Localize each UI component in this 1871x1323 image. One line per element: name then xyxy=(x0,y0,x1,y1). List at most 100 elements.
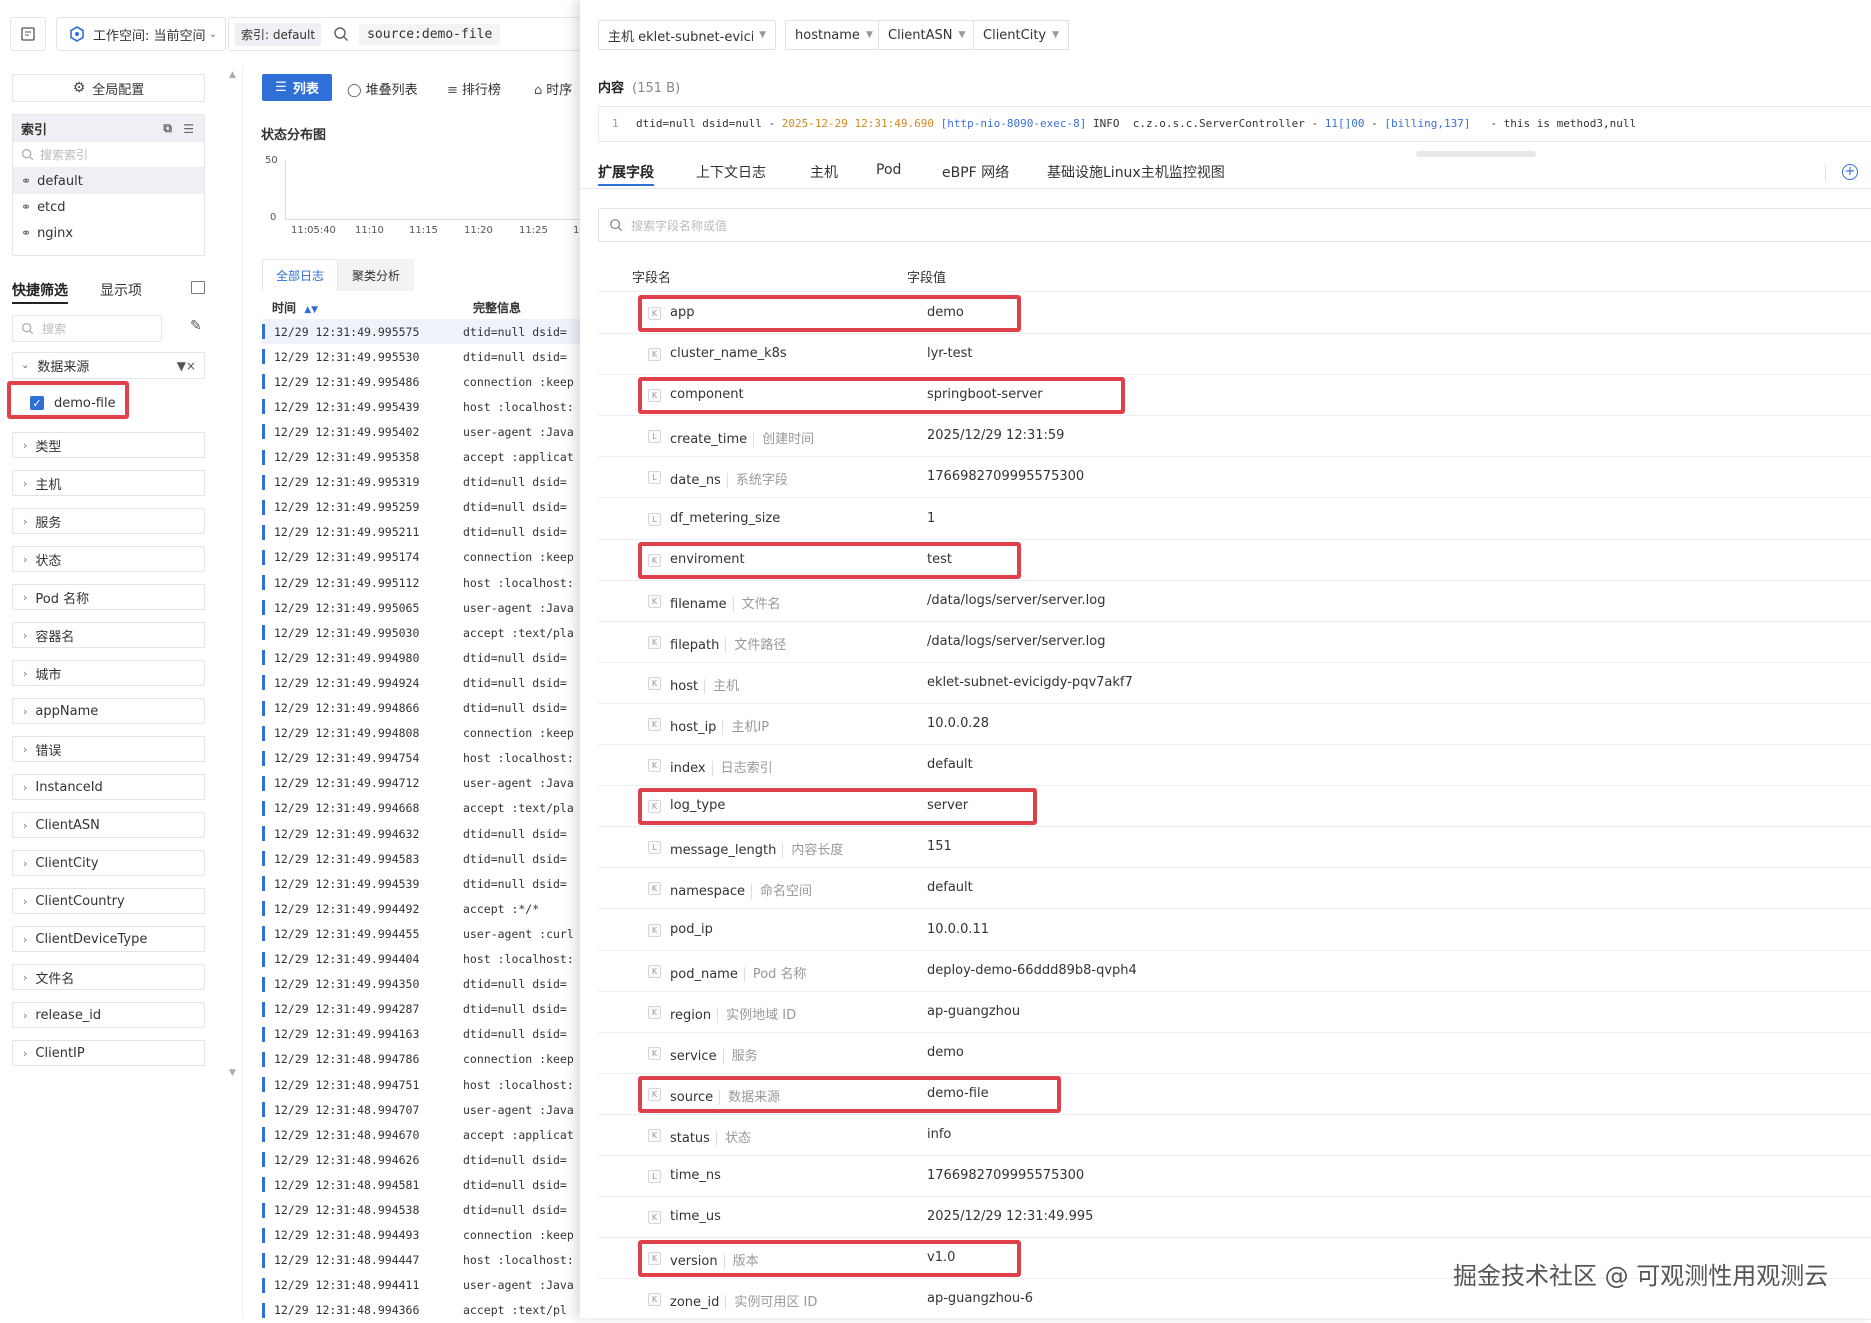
filter-category-item[interactable]: › 城市 xyxy=(12,660,205,686)
log-row[interactable]: 12/29 12:31:49.995065 user-agent :Java xyxy=(262,595,580,620)
checkbox-checked-icon[interactable]: ✓ xyxy=(30,396,44,410)
log-row[interactable]: 12/29 12:31:49.995439 host :localhost: xyxy=(262,394,580,419)
field-row[interactable]: Kenviroment test xyxy=(598,540,1871,581)
log-row[interactable]: 12/29 12:31:48.994751 host :localhost: xyxy=(262,1072,580,1097)
log-row[interactable]: 12/29 12:31:49.995319 dtid=null dsid= xyxy=(262,470,580,495)
log-row[interactable]: 12/29 12:31:48.994670 accept :applicat xyxy=(262,1122,580,1147)
detail-tab[interactable]: Pod xyxy=(876,162,901,178)
field-row[interactable]: Kfilepath 文件路径/data/logs/server/server.lo… xyxy=(598,622,1871,663)
log-row[interactable]: 12/29 12:31:48.994366 accept :text/pl xyxy=(262,1298,580,1323)
filter-category-item[interactable]: › 状态 xyxy=(12,546,205,572)
resize-handle[interactable] xyxy=(1416,151,1536,157)
field-search-input[interactable]: 搜索字段名称或值 xyxy=(598,208,1871,242)
log-row[interactable]: 12/29 12:31:49.995402 user-agent :Java xyxy=(262,419,580,444)
log-row[interactable]: 12/29 12:31:49.995486 connection :keep xyxy=(262,369,580,394)
index-item-default[interactable]: ⚭ default xyxy=(13,168,204,194)
detail-tab[interactable]: 主机 xyxy=(810,162,838,182)
scroll-down-icon[interactable]: ▼ xyxy=(229,1068,236,1078)
field-row[interactable]: Knamespace 命名空间 default xyxy=(598,868,1871,910)
settings-icon[interactable]: ☰ xyxy=(183,122,194,136)
clientcity-chip[interactable]: ClientCity ▼ xyxy=(973,20,1070,50)
filter-category-item[interactable]: › ClientASN xyxy=(12,812,205,838)
filter-category-item[interactable]: › 主机 xyxy=(12,470,205,496)
log-row[interactable]: 12/29 12:31:49.995575 dtid=null dsid= xyxy=(262,319,580,344)
field-row[interactable]: Ldf_metering_size 1 xyxy=(598,499,1871,540)
field-row[interactable]: Ldate_ns 系统字段 1766982709995575300 xyxy=(598,457,1871,499)
field-row[interactable]: Kindex 日志索引 default xyxy=(598,745,1871,787)
log-row[interactable]: 12/29 12:31:49.994455 user-agent :curl xyxy=(262,921,580,946)
log-row[interactable]: 12/29 12:31:48.994707 user-agent :Java xyxy=(262,1097,580,1122)
col-time-header[interactable]: 时间 ▲▼ xyxy=(272,299,318,316)
field-row[interactable]: Kapp demo xyxy=(598,293,1871,334)
detail-tab[interactable]: 扩展字段 xyxy=(598,162,654,182)
filter-category-item[interactable]: › ClientCountry xyxy=(12,888,205,914)
field-row[interactable]: Kregion 实例地域 ID ap-guangzhou xyxy=(598,992,1871,1033)
filter-category-item[interactable]: › InstanceId xyxy=(12,774,205,800)
log-row[interactable]: 12/29 12:31:49.994404 host :localhost: xyxy=(262,947,580,972)
field-row[interactable]: Lcreate_time 创建时间 2025/12/29 12:31:59 xyxy=(598,416,1871,458)
view-tab-stacked[interactable]: ◯ 堆叠列表 xyxy=(347,79,418,98)
workspace-selector[interactable]: 工作空间: 当前空间 ⌄ xyxy=(56,17,226,51)
data-source-option[interactable]: ✓ demo-file xyxy=(12,388,202,418)
query-text[interactable]: source:demo-file xyxy=(359,23,501,45)
field-row[interactable]: Kstatus 状态 info xyxy=(598,1115,1871,1156)
log-row[interactable]: 12/29 12:31:49.995211 dtid=null dsid= xyxy=(262,520,580,545)
host-chip[interactable]: 主机 eklet-subnet-evicigd... ▼ xyxy=(598,20,776,50)
view-tab-list[interactable]: ☰ 列表 xyxy=(262,74,332,101)
data-source-filter[interactable]: ⌄ 数据来源 ▼× xyxy=(12,352,205,379)
field-row[interactable]: Kcomponent springboot-server xyxy=(598,375,1871,417)
collapse-icon[interactable] xyxy=(191,281,205,294)
clear-filter-icon[interactable]: ▼× xyxy=(177,359,196,373)
log-row[interactable]: 12/29 12:31:49.995030 accept :text/pla xyxy=(262,620,580,645)
filter-search-input[interactable]: 搜索 xyxy=(12,315,162,342)
filter-category-item[interactable]: › ClientCity xyxy=(12,850,205,876)
sidebar-toggle-button[interactable] xyxy=(10,17,46,51)
log-row[interactable]: 12/29 12:31:49.994539 dtid=null dsid= xyxy=(262,871,580,896)
edit-icon[interactable]: ✎ xyxy=(190,318,202,334)
log-row[interactable]: 12/29 12:31:49.995112 host :localhost: xyxy=(262,570,580,595)
log-row[interactable]: 12/29 12:31:49.995259 dtid=null dsid= xyxy=(262,495,580,520)
log-row[interactable]: 12/29 12:31:48.994626 dtid=null dsid= xyxy=(262,1147,580,1172)
log-row[interactable]: 12/29 12:31:49.994712 user-agent :Java xyxy=(262,771,580,796)
filter-category-item[interactable]: › 文件名 xyxy=(12,964,205,990)
scroll-up-icon[interactable]: ▲ xyxy=(229,70,236,80)
tab-quick-filter[interactable]: 快捷筛选 xyxy=(12,280,68,300)
field-row[interactable]: Khost_ip 主机IP 10.0.0.28 xyxy=(598,704,1871,745)
field-row[interactable]: Kfilename 文件名/data/logs/server/server.log xyxy=(598,581,1871,622)
filter-category-item[interactable]: › ClientIP xyxy=(12,1040,205,1066)
field-row[interactable]: Klog_type server xyxy=(598,786,1871,828)
log-row[interactable]: 12/29 12:31:49.995358 accept :applicat xyxy=(262,445,580,470)
view-tab-ranking[interactable]: ≡ 排行榜 xyxy=(447,79,501,98)
clientasn-chip[interactable]: ClientASN ▼ xyxy=(878,20,976,50)
add-tab-icon[interactable]: + xyxy=(1842,164,1858,180)
log-row[interactable]: 12/29 12:31:49.994632 dtid=null dsid= xyxy=(262,821,580,846)
filter-category-item[interactable]: › release_id xyxy=(12,1002,205,1028)
filter-category-item[interactable]: › 类型 xyxy=(12,432,205,458)
field-row[interactable]: Ltime_ns 1766982709995575300 xyxy=(598,1156,1871,1198)
log-row[interactable]: 12/29 12:31:49.994163 dtid=null dsid= xyxy=(262,1022,580,1047)
copy-icon[interactable]: ⧉ xyxy=(163,121,172,136)
log-row[interactable]: 12/29 12:31:48.994411 user-agent :Java xyxy=(262,1273,580,1298)
log-row[interactable]: 12/29 12:31:48.994447 host :localhost: xyxy=(262,1248,580,1273)
log-row[interactable]: 12/29 12:31:49.994980 dtid=null dsid= xyxy=(262,645,580,670)
field-row[interactable]: Khost 主机 eklet-subnet-evicigdy-pqv7akf7 xyxy=(598,663,1871,704)
log-row[interactable]: 12/29 12:31:49.995174 connection :keep xyxy=(262,545,580,570)
log-row[interactable]: 12/29 12:31:49.994808 connection :keep xyxy=(262,721,580,746)
tab-cluster-analysis[interactable]: 聚类分析 xyxy=(338,259,414,291)
log-row[interactable]: 12/29 12:31:48.994581 dtid=null dsid= xyxy=(262,1172,580,1197)
log-row[interactable]: 12/29 12:31:49.994350 dtid=null dsid= xyxy=(262,972,580,997)
index-item-etcd[interactable]: ⚭ etcd xyxy=(13,194,204,220)
index-item-nginx[interactable]: ⚭ nginx xyxy=(13,220,204,246)
field-row[interactable]: Kservice 服务 demo xyxy=(598,1033,1871,1074)
log-row[interactable]: 12/29 12:31:49.994668 accept :text/pla xyxy=(262,796,580,821)
field-row[interactable]: Lmessage_length 内容长度 151 xyxy=(598,827,1871,869)
filter-category-item[interactable]: › appName xyxy=(12,698,205,724)
field-row[interactable]: Kpod_ip 10.0.0.11 xyxy=(598,910,1871,951)
search-bar[interactable]: 索引: default source:demo-file xyxy=(228,17,580,51)
content-box[interactable]: 1 dtid=null dsid=null - 2025-12-29 12:31… xyxy=(598,106,1871,142)
tab-all-logs[interactable]: 全部日志 xyxy=(262,259,338,291)
detail-tab[interactable]: 上下文日志 xyxy=(696,162,766,182)
filter-category-item[interactable]: › 错误 xyxy=(12,736,205,762)
log-row[interactable]: 12/29 12:31:48.994538 dtid=null dsid= xyxy=(262,1198,580,1223)
filter-category-item[interactable]: › 容器名 xyxy=(12,622,205,648)
